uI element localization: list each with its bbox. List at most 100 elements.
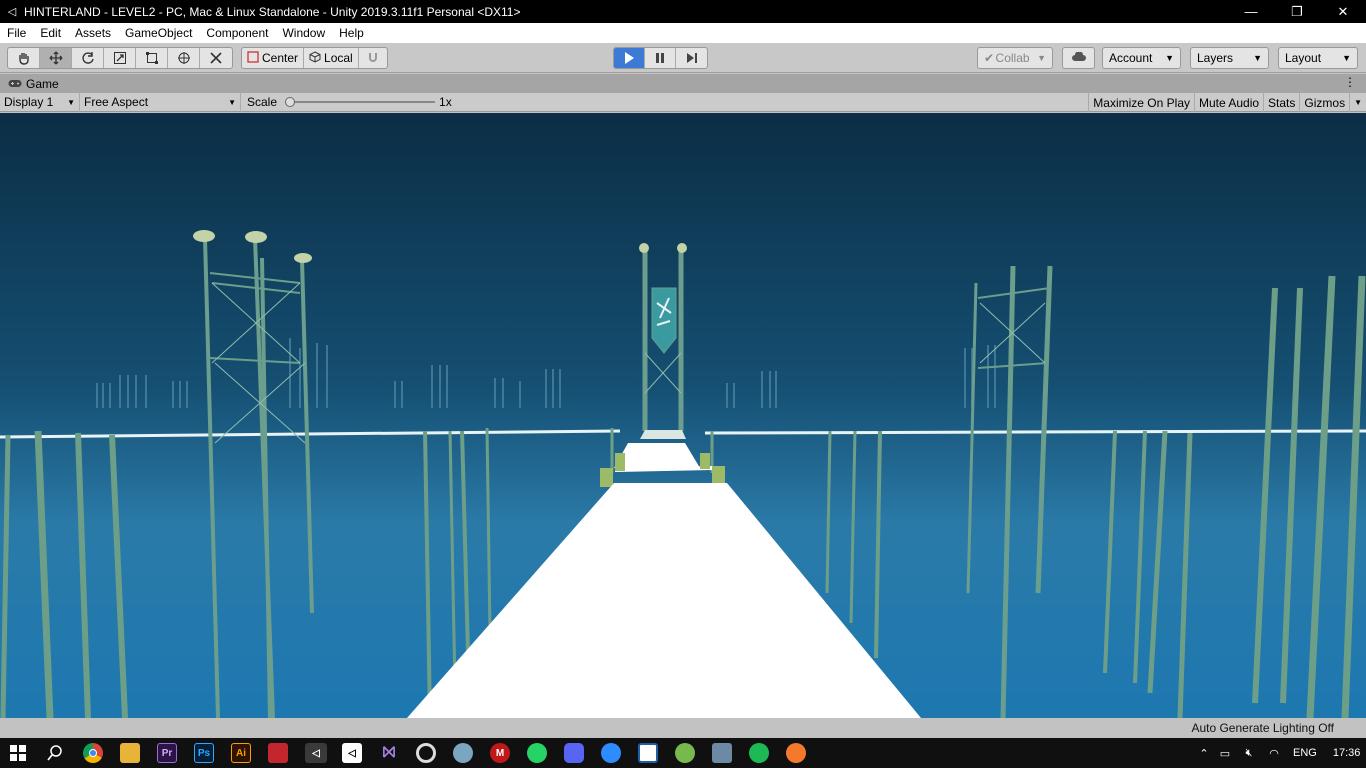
chevron-down-icon: ▼ — [67, 97, 75, 107]
rotate-tool-icon[interactable] — [72, 48, 104, 68]
blender-icon[interactable] — [786, 743, 806, 763]
mcafee-icon[interactable]: M — [490, 743, 510, 763]
scale-control: Scale 1x — [241, 93, 452, 112]
paint-icon[interactable] — [453, 743, 473, 763]
game-tab-bar: Game ⋮ — [0, 74, 1366, 93]
chevron-down-icon: ▼ — [1037, 53, 1046, 63]
local-toggle[interactable]: Local — [304, 48, 359, 68]
chrome-icon[interactable] — [83, 743, 103, 763]
display-dropdown[interactable]: Display 1 ▼ — [0, 92, 80, 112]
menu-window[interactable]: Window — [275, 26, 332, 40]
scale-slider-thumb[interactable] — [285, 97, 296, 107]
game-view-bar: Display 1 ▼ Free Aspect ▼ Scale 1x Maxim… — [0, 92, 1366, 112]
local-label: Local — [324, 51, 353, 65]
volume-muted-icon[interactable]: 🔇︎ — [1237, 747, 1261, 760]
stats-toggle[interactable]: Stats — [1264, 93, 1301, 112]
left-tower-cap — [294, 253, 312, 263]
gizmos-toggle[interactable]: Gizmos — [1300, 93, 1351, 112]
visual-studio-icon[interactable]: ⨝ — [379, 743, 399, 763]
unity-icon[interactable]: ◁ — [305, 743, 327, 763]
magnet-icon — [367, 51, 379, 66]
scale-slider-track — [285, 101, 436, 103]
center-icon — [247, 50, 259, 66]
menu-edit[interactable]: Edit — [33, 26, 68, 40]
whatsapp-icon[interactable] — [527, 743, 547, 763]
play-button[interactable] — [614, 48, 645, 68]
scale-slider[interactable] — [285, 96, 436, 108]
rect-tool-icon[interactable] — [136, 48, 168, 68]
restore-button[interactable]: ❐ — [1274, 0, 1320, 23]
account-dropdown[interactable]: Account ▼ — [1102, 47, 1181, 69]
illustrator-icon[interactable]: Ai — [231, 743, 251, 763]
chevron-down-icon: ▼ — [1342, 53, 1351, 63]
account-label: Account — [1109, 51, 1153, 65]
explorer-icon[interactable] — [120, 743, 140, 763]
close-button[interactable]: ✕ — [1320, 0, 1366, 23]
news-icon[interactable] — [638, 743, 658, 763]
menu-help[interactable]: Help — [332, 26, 371, 40]
search-icon[interactable] — [45, 743, 65, 763]
bridge-post — [700, 453, 710, 469]
zoom-icon[interactable] — [601, 743, 621, 763]
discord-icon[interactable] — [564, 743, 584, 763]
game-viewport[interactable] — [0, 113, 1366, 718]
photoshop-icon[interactable]: Ps — [194, 743, 214, 763]
center-toggle[interactable]: Center — [242, 48, 305, 68]
snap-button[interactable] — [359, 48, 387, 68]
scale-label: Scale — [247, 95, 278, 109]
collab-dropdown[interactable]: ✔ Collab ▼ — [977, 47, 1053, 69]
hand-tool-icon[interactable] — [8, 48, 40, 68]
chevron-down-icon: ▼ — [1253, 53, 1262, 63]
cortana-icon[interactable] — [416, 743, 436, 763]
spotify-icon[interactable] — [749, 743, 769, 763]
premiere-icon[interactable]: Pr — [157, 743, 177, 763]
windows-start-icon[interactable] — [8, 743, 28, 763]
cloud-button[interactable] — [1062, 47, 1095, 69]
pause-button[interactable] — [645, 48, 676, 68]
main-toolbar: Center Local ✔ Collab ▼ Account ▼ Layers… — [0, 43, 1366, 73]
far-walkway — [614, 443, 700, 468]
menu-component[interactable]: Component — [199, 26, 275, 40]
scale-value: 1x — [439, 95, 452, 109]
layers-dropdown[interactable]: Layers ▼ — [1190, 47, 1269, 69]
gizmos-dropdown[interactable]: ▼ — [1350, 93, 1366, 112]
status-text: Auto Generate Lighting Off — [1191, 721, 1334, 735]
title-bar: ◁ HINTERLAND - LEVEL2 - PC, Mac & Linux … — [0, 0, 1366, 23]
pivot-controls: Center Local — [241, 47, 388, 69]
powershell-icon[interactable] — [268, 743, 288, 763]
menu-gameobject[interactable]: GameObject — [118, 26, 199, 40]
battery-icon[interactable]: ▭ — [1213, 747, 1237, 760]
mute-audio-toggle[interactable]: Mute Audio — [1195, 93, 1265, 112]
unity-hub-icon[interactable]: ◁ — [342, 743, 362, 763]
menu-bar: File Edit Assets GameObject Component Wi… — [0, 23, 1366, 43]
chevron-up-icon[interactable]: ⌃ — [1195, 747, 1213, 760]
language-indicator[interactable]: ENG — [1293, 747, 1317, 759]
utorrent-icon[interactable] — [675, 743, 695, 763]
left-tower-cap — [193, 230, 215, 242]
clock[interactable]: 17:36 — [1333, 747, 1361, 759]
bridge-post — [615, 453, 625, 471]
step-button[interactable] — [676, 48, 707, 68]
transform-tool-icon[interactable] — [168, 48, 200, 68]
collab-label: Collab — [995, 51, 1030, 65]
layout-dropdown[interactable]: Layout ▼ — [1278, 47, 1358, 69]
aspect-label: Free Aspect — [84, 95, 149, 109]
display-label: Display 1 — [4, 95, 54, 109]
scale-tool-icon[interactable] — [104, 48, 136, 68]
tab-menu-icon[interactable]: ⋮ — [1344, 75, 1356, 89]
custom-tool-icon[interactable] — [200, 48, 232, 68]
minimize-button[interactable]: — — [1228, 0, 1274, 23]
bridge-crossbar — [614, 466, 713, 472]
menu-assets[interactable]: Assets — [68, 26, 118, 40]
photos-icon[interactable] — [712, 743, 732, 763]
center-label: Center — [262, 51, 299, 65]
move-tool-icon[interactable] — [40, 48, 72, 68]
menu-file[interactable]: File — [0, 26, 33, 40]
wifi-icon[interactable]: ◠ — [1261, 747, 1287, 760]
maximize-on-play-toggle[interactable]: Maximize On Play — [1088, 93, 1195, 112]
aspect-dropdown[interactable]: Free Aspect ▼ — [80, 92, 241, 112]
bridge-post-right — [712, 466, 725, 485]
left-tower-cap — [245, 231, 267, 243]
tab-game[interactable]: Game — [0, 77, 59, 91]
tab-game-label: Game — [26, 76, 59, 91]
